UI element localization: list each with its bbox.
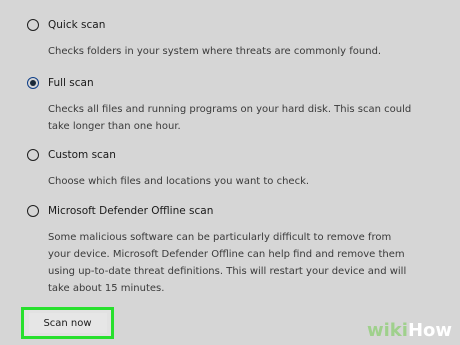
custom-scan-description: Choose which files and locations you wan…: [48, 176, 310, 187]
full-scan-radio[interactable]: [27, 77, 39, 89]
quick-scan-radio-row[interactable]: Quick scan: [27, 16, 447, 34]
scan-options-panel: Quick scan Checks folders in your system…: [0, 0, 460, 345]
option-quick-scan: Quick scan Checks folders in your system…: [27, 16, 447, 60]
quick-scan-radio[interactable]: [27, 19, 39, 31]
offline-scan-label: Microsoft Defender Offline scan: [48, 205, 214, 217]
radio-dot-icon: [30, 80, 36, 86]
option-offline-scan: Microsoft Defender Offline scan Some mal…: [27, 202, 447, 297]
option-full-scan: Full scan Checks all files and running p…: [27, 74, 447, 135]
offline-scan-radio-row[interactable]: Microsoft Defender Offline scan: [27, 202, 447, 220]
full-scan-description: Checks all files and running programs on…: [48, 104, 412, 132]
quick-scan-description: Checks folders in your system where thre…: [48, 46, 382, 57]
scan-now-button[interactable]: Scan now: [28, 313, 107, 333]
full-scan-radio-row[interactable]: Full scan: [27, 74, 447, 92]
offline-scan-radio[interactable]: [27, 205, 39, 217]
wikihow-watermark: wiki How: [367, 320, 452, 341]
watermark-how-text: How: [407, 320, 452, 341]
custom-scan-radio-row[interactable]: Custom scan: [27, 146, 447, 164]
option-custom-scan: Custom scan Choose which files and locat…: [27, 146, 447, 190]
custom-scan-radio[interactable]: [27, 149, 39, 161]
full-scan-label: Full scan: [48, 77, 94, 89]
scan-now-highlight: Scan now: [21, 307, 114, 339]
watermark-wiki-text: wiki: [366, 320, 408, 341]
quick-scan-label: Quick scan: [48, 19, 106, 31]
custom-scan-label: Custom scan: [48, 149, 116, 161]
offline-scan-description: Some malicious software can be particula…: [48, 232, 407, 294]
